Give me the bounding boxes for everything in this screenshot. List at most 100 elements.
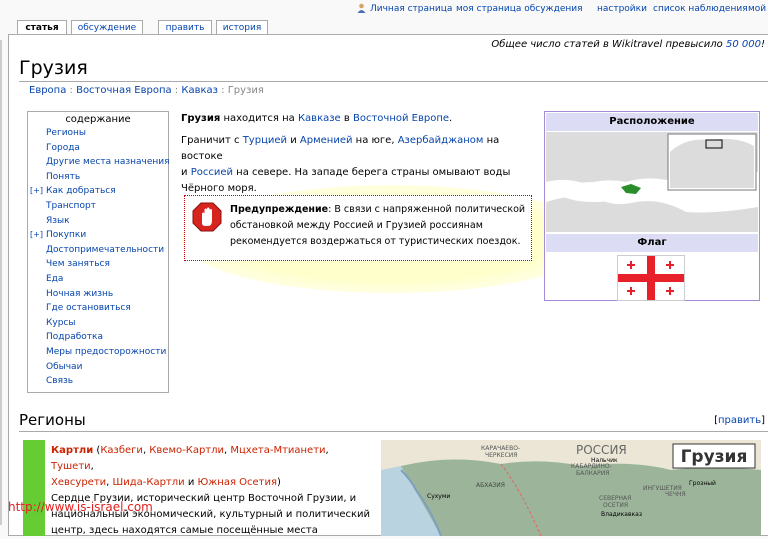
- section-divider: [19, 431, 768, 432]
- map-label: АБХАЗИЯ: [476, 482, 505, 489]
- warning-title: Предупреждение: [230, 204, 329, 215]
- map-label: БАЛКАРИЯ: [576, 470, 609, 477]
- warning-text: Предупреждение: В связи с напряженной по…: [230, 202, 526, 250]
- infobox-location-header: Расположение: [546, 113, 758, 131]
- map-label: ОСЕТИЯ: [603, 502, 628, 509]
- toc-item[interactable]: Транспорт: [46, 201, 96, 211]
- toc-item[interactable]: Курсы: [46, 318, 75, 328]
- site-notice-suffix: !: [760, 39, 765, 50]
- warning-line: рекомендуется воздержаться от туристичес…: [230, 236, 521, 247]
- region-desc-line: центр, здесь находятся самые посещённые …: [51, 525, 318, 536]
- breadcrumb-sep: :: [66, 85, 77, 96]
- toc-item[interactable]: Как добраться: [46, 186, 116, 196]
- toc-item[interactable]: Обычаи: [46, 362, 82, 372]
- toc-heading: содержание: [65, 114, 131, 125]
- link-caucasus[interactable]: Кавказе: [298, 113, 341, 124]
- map-label: КАБАРДИНО-: [571, 463, 612, 470]
- toc-item[interactable]: Покупки: [46, 230, 86, 240]
- content-area: Общее число статей в Wikitravel превысил…: [8, 34, 768, 536]
- border-text: на севере. На западе берега страны омыва…: [232, 167, 511, 178]
- breadcrumb-sep: :: [171, 85, 182, 96]
- link-eastern-europe[interactable]: Восточной Европе: [353, 113, 449, 124]
- link-armenia[interactable]: Арменией: [300, 135, 353, 146]
- subregion-link[interactable]: Тушети: [51, 461, 91, 472]
- breadcrumb-europe[interactable]: Европа: [29, 85, 66, 96]
- location-map[interactable]: [546, 132, 758, 232]
- map-label: КАРАЧАЕВО-: [481, 445, 520, 452]
- left-gutter: [0, 40, 2, 525]
- toc-item[interactable]: Регионы: [46, 128, 86, 138]
- subregion-link[interactable]: Шида-Картли: [113, 477, 185, 488]
- my-contributions-link[interactable]: мой: [748, 4, 766, 14]
- tab-discussion[interactable]: обсуждение: [71, 20, 143, 35]
- toc-item[interactable]: Где остановиться: [46, 303, 131, 313]
- link-turkey[interactable]: Турцией: [243, 135, 287, 146]
- watermark: http://www.is-israel.com: [8, 500, 153, 514]
- toc-item[interactable]: Другие места назначения: [46, 157, 170, 167]
- infobox: Расположение Флаг: [544, 111, 760, 301]
- map-label: Нальчик: [591, 457, 618, 464]
- subregion-link[interactable]: Южная Осетия: [198, 477, 278, 488]
- map-label: СЕВЕРНАЯ: [599, 495, 631, 502]
- link-russia[interactable]: Россией: [191, 167, 233, 178]
- border-text: Граничит с: [181, 135, 243, 146]
- toc-item[interactable]: Чем заняться: [46, 259, 110, 269]
- toc-item[interactable]: Достопримечательности: [46, 245, 164, 255]
- breadcrumb-eastern-europe[interactable]: Восточная Европа: [76, 85, 172, 96]
- breadcrumb: Европа : Восточная Европа : Кавказ : Гру…: [29, 85, 264, 96]
- regions-map[interactable]: Грузия КАРАЧАЕВО- ЧЕРКЕСИЯ РОССИЯ КАБАРД…: [381, 440, 761, 536]
- toc-item[interactable]: Города: [46, 143, 80, 153]
- toc-item[interactable]: Еда: [46, 274, 63, 284]
- map-label: РОССИЯ: [576, 443, 627, 457]
- subregion-link[interactable]: Мцхета-Мтианети: [230, 445, 325, 456]
- region-name-link[interactable]: Картли: [51, 445, 93, 456]
- map-label: ЧЕЧНЯ: [665, 491, 686, 498]
- title-divider: [19, 81, 768, 82]
- toc-item[interactable]: Связь: [46, 376, 73, 386]
- edit-section-link[interactable]: править: [718, 415, 761, 426]
- toc-item[interactable]: Понять: [46, 172, 80, 182]
- flag-of-georgia[interactable]: [617, 255, 685, 301]
- personal-bar: Личная страница моя страница обсуждения …: [0, 0, 768, 18]
- infobox-flag-header: Флаг: [546, 234, 758, 252]
- border-text: на юге,: [352, 135, 398, 146]
- table-of-contents: содержание Регионы Города Другие места наз…: [27, 111, 170, 393]
- site-notice-count-link[interactable]: 50 000: [726, 39, 761, 50]
- region-color-marker: [23, 440, 45, 536]
- breadcrumb-caucasus[interactable]: Кавказ: [181, 85, 218, 96]
- toc-item[interactable]: Язык: [46, 216, 70, 226]
- tab-edit[interactable]: править: [158, 20, 212, 35]
- toc-item[interactable]: Подработка: [46, 332, 103, 342]
- intro-text: .: [449, 113, 453, 124]
- toc-expand-toggle[interactable]: [+]: [30, 186, 43, 195]
- tab-history[interactable]: история: [216, 20, 268, 35]
- link-azerbaijan[interactable]: Азербайджаном: [398, 135, 484, 146]
- toc-item[interactable]: Меры предосторожности: [46, 347, 166, 357]
- map-label: Владикавказ: [601, 511, 642, 518]
- breadcrumb-current: Грузия: [227, 85, 264, 96]
- user-page-link[interactable]: Личная страница: [370, 4, 452, 14]
- toc-item[interactable]: Ночная жизнь: [46, 289, 113, 299]
- subregion-link[interactable]: Казбеги: [100, 445, 143, 456]
- warning-box: Предупреждение: В связи с напряженной по…: [184, 195, 532, 261]
- stop-hand-icon: [192, 202, 222, 232]
- breadcrumb-sep: :: [217, 85, 228, 96]
- preferences-link[interactable]: настройки: [597, 4, 647, 14]
- toc-expand-toggle[interactable]: [+]: [30, 230, 43, 239]
- page-title: Грузия: [19, 57, 88, 79]
- regions-map-title: Грузия: [681, 447, 748, 467]
- user-talk-link[interactable]: моя страница обсуждения: [456, 4, 583, 14]
- intro-text: в: [340, 113, 353, 124]
- site-notice: Общее число статей в Wikitravel превысил…: [491, 39, 765, 50]
- map-label: Сухуми: [427, 493, 450, 500]
- section-heading-regions: Регионы: [19, 411, 86, 429]
- map-label: ЧЕРКЕСИЯ: [485, 452, 517, 459]
- site-notice-text: Общее число статей в Wikitravel превысил…: [491, 39, 726, 50]
- watchlist-link[interactable]: список наблюдения: [653, 4, 748, 14]
- subregion-link[interactable]: Квемо-Картли: [149, 445, 224, 456]
- subregion-link[interactable]: Хевсурети: [51, 477, 106, 488]
- edit-section: [править]: [714, 415, 765, 426]
- intro-text: находится на: [220, 113, 298, 124]
- warning-line: обстановкой между Россией и Грузией росс…: [230, 220, 483, 231]
- map-label: Грозный: [689, 480, 716, 487]
